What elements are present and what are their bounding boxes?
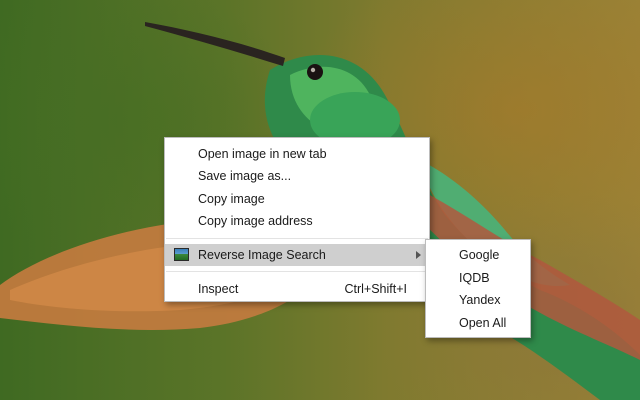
submenu-arrow-icon [416, 251, 421, 259]
menu-item-copy-image-address[interactable]: Copy image address [165, 210, 429, 232]
inspect-shortcut: Ctrl+Shift+I [344, 282, 407, 296]
menu-item-label: Copy image address [198, 214, 313, 228]
menu-item-save-image-as[interactable]: Save image as... [165, 165, 429, 187]
menu-separator [166, 271, 428, 272]
picture-icon [174, 248, 189, 261]
submenu-item-label: Google [459, 248, 500, 262]
reverse-image-search-submenu: Google IQDB Yandex Open All [425, 239, 531, 338]
submenu-item-label: Open All [459, 316, 507, 330]
menu-item-inspect[interactable]: Inspect Ctrl+Shift+I [165, 278, 429, 300]
submenu-item-iqdb[interactable]: IQDB [426, 267, 530, 289]
menu-item-reverse-image-search[interactable]: Reverse Image Search [165, 244, 429, 266]
menu-item-label: Save image as... [198, 169, 292, 183]
submenu-item-google[interactable]: Google [426, 244, 530, 266]
menu-item-label: Reverse Image Search [198, 248, 326, 262]
submenu-item-label: IQDB [459, 271, 490, 285]
submenu-item-yandex[interactable]: Yandex [426, 289, 530, 311]
menu-separator [166, 238, 428, 239]
submenu-item-open-all[interactable]: Open All [426, 312, 530, 334]
submenu-item-label: Yandex [459, 293, 501, 307]
menu-item-open-image-new-tab[interactable]: Open image in new tab [165, 143, 429, 165]
context-menu: Open image in new tab Save image as... C… [164, 137, 430, 302]
menu-item-copy-image[interactable]: Copy image [165, 188, 429, 210]
menu-item-label: Open image in new tab [198, 147, 327, 161]
menu-item-label: Inspect [198, 282, 239, 296]
menu-item-label: Copy image [198, 192, 265, 206]
